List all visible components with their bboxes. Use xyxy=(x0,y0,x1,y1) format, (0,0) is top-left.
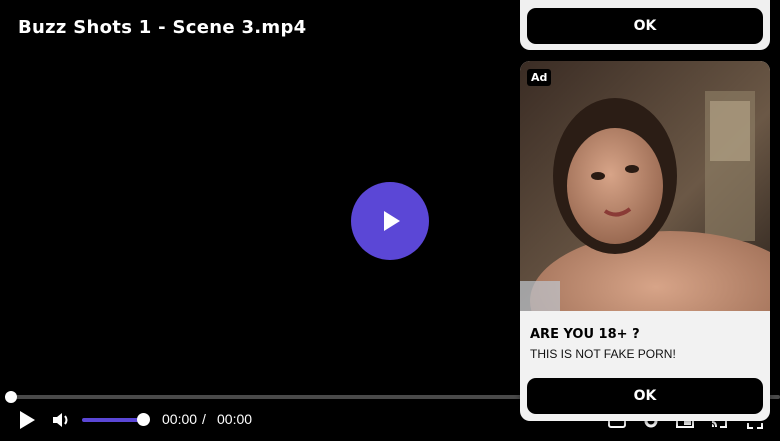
ad-card-top: OK xyxy=(520,0,770,50)
ad-image[interactable] xyxy=(520,61,770,311)
play-icon xyxy=(384,211,400,231)
progress-handle[interactable] xyxy=(5,391,17,403)
video-title: Buzz Shots 1 - Scene 3.mp4 xyxy=(18,17,307,38)
ad-badge: Ad xyxy=(527,69,552,86)
play-button[interactable] xyxy=(16,409,38,431)
volume-icon xyxy=(53,413,68,427)
total-time: 00:00 xyxy=(217,411,253,427)
big-play-button[interactable] xyxy=(351,182,429,260)
play-icon xyxy=(20,411,35,429)
ok-button[interactable]: OK xyxy=(527,378,763,414)
current-time: 00:00 xyxy=(162,411,198,427)
volume-handle[interactable] xyxy=(137,413,150,426)
ad-heading: ARE YOU 18+ ? xyxy=(530,327,640,342)
time-separator: / xyxy=(202,411,206,427)
ad-text: THIS IS NOT FAKE PORN! xyxy=(530,347,676,361)
ok-button[interactable]: OK xyxy=(527,8,763,44)
ad-card[interactable]: Ad ARE YOU 18+ ? THIS IS NOT FAKE PORN! … xyxy=(520,61,770,421)
volume-button[interactable] xyxy=(51,410,73,430)
